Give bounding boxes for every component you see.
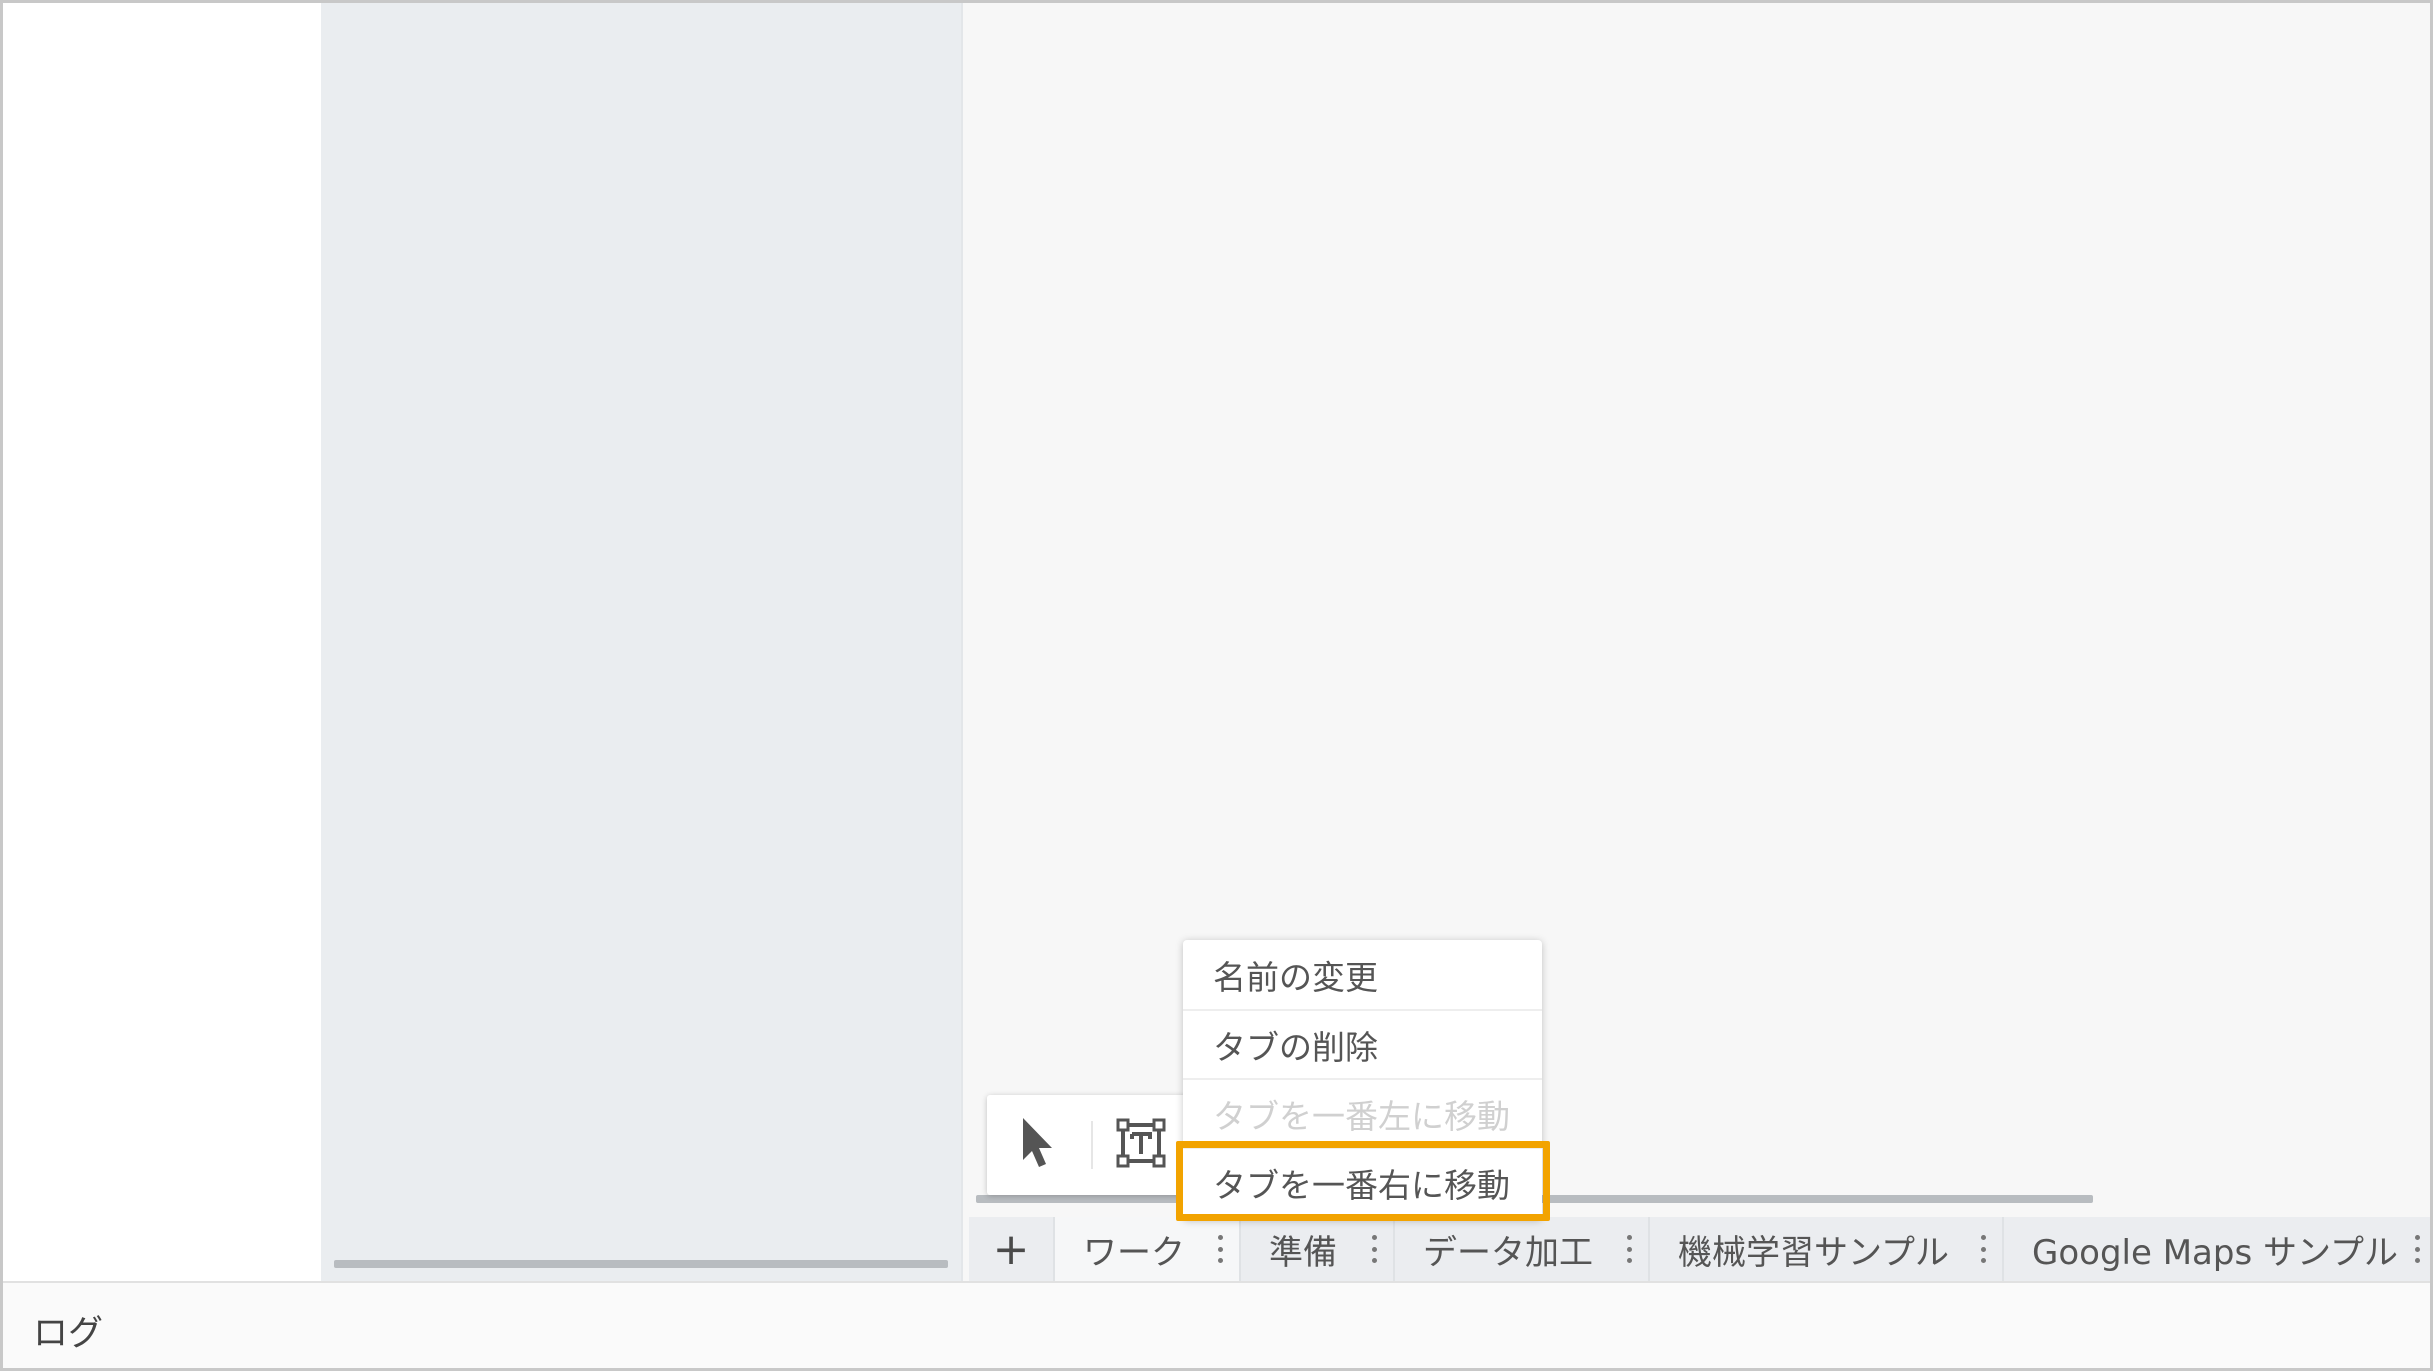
canvas-toolbar xyxy=(987,1095,1207,1195)
tab-label: 機械学習サンプル xyxy=(1678,1232,1949,1273)
tab-label: 準備 xyxy=(1269,1232,1337,1273)
middle-panel-scrollbar[interactable] xyxy=(334,1260,948,1268)
tab-menu-icon[interactable] xyxy=(1624,1231,1634,1267)
menu-item-delete-tab[interactable]: タブの削除 xyxy=(1183,1009,1542,1078)
log-label: ログ xyxy=(33,1314,104,1354)
text-tool-button[interactable] xyxy=(1111,1115,1171,1175)
tab-google-maps-sample[interactable]: Google Maps サンプル xyxy=(2002,1217,2430,1281)
tab-work[interactable]: ワーク xyxy=(1053,1217,1239,1281)
tab-label: ワーク xyxy=(1083,1232,1185,1273)
tab-menu-icon[interactable] xyxy=(2412,1231,2422,1267)
tab-menu-icon[interactable] xyxy=(1215,1231,1225,1267)
left-panel xyxy=(3,3,321,1281)
tab-prep[interactable]: 準備 xyxy=(1239,1217,1393,1281)
sheet-tab-bar: + ワーク 準備 データ加工 機械学習サンプル Google Maps サンプル xyxy=(969,1217,2430,1281)
add-tab-button[interactable]: + xyxy=(969,1217,1053,1281)
log-panel[interactable]: ログ xyxy=(3,1281,2430,1368)
toolbar-separator xyxy=(1091,1121,1093,1169)
middle-panel xyxy=(321,3,963,1281)
tab-menu-icon[interactable] xyxy=(1369,1231,1379,1267)
menu-item-rename[interactable]: 名前の変更 xyxy=(1183,940,1542,1009)
select-tool-button[interactable] xyxy=(1007,1115,1067,1175)
pointer-arrow-icon xyxy=(1017,1116,1057,1174)
menu-item-move-tab-leftmost: タブを一番左に移動 xyxy=(1183,1078,1542,1147)
tab-label: データ加工 xyxy=(1423,1232,1593,1273)
tab-label: Google Maps サンプル xyxy=(2032,1232,2398,1273)
tab-data-processing[interactable]: データ加工 xyxy=(1393,1217,1648,1281)
tab-menu-icon[interactable] xyxy=(1978,1231,1988,1267)
highlight-box xyxy=(1176,1141,1550,1221)
text-box-icon xyxy=(1116,1118,1166,1172)
tab-machine-learning-sample[interactable]: 機械学習サンプル xyxy=(1648,1217,2002,1281)
app-window: + ワーク 準備 データ加工 機械学習サンプル Google Maps サンプル… xyxy=(0,0,2433,1371)
